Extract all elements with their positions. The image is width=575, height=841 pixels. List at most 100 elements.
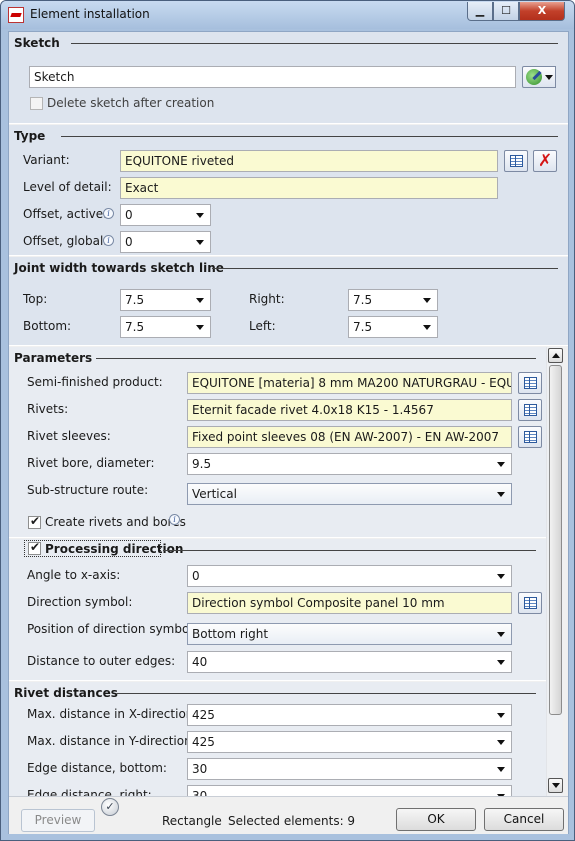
- type-section-title: Type: [14, 129, 46, 143]
- processing-direction-section: Processing direction Angle to x-axis: 0 …: [9, 539, 546, 681]
- joint-bottom-combo[interactable]: 7.5: [120, 316, 211, 338]
- type-section: Type Variant: EQUITONE riveted ✗ Level o…: [9, 125, 568, 256]
- offset-active-label: Offset, active:: [23, 207, 108, 221]
- dialog-client-area: Sketch Sketch Delete sketch after creati…: [8, 31, 569, 834]
- edge-right-combo[interactable]: 30: [187, 785, 512, 796]
- info-icon[interactable]: i: [103, 235, 114, 246]
- variant-catalog-button[interactable]: [504, 150, 528, 172]
- offset-global-combo[interactable]: 0: [120, 231, 211, 253]
- catalog-icon: [524, 597, 537, 609]
- delete-sketch-checkbox[interactable]: [30, 97, 43, 110]
- processing-direction-checkbox[interactable]: [28, 540, 41, 555]
- rivet-sleeves-field[interactable]: Fixed point sleeves 08 (EN AW-2007) - EN…: [187, 426, 512, 448]
- info-icon[interactable]: i: [169, 514, 180, 525]
- edge-bottom-label: Edge distance, bottom:: [27, 761, 167, 775]
- variant-delete-button[interactable]: ✗: [533, 150, 557, 172]
- scrollbar-thumb[interactable]: [549, 365, 562, 715]
- edge-right-label: Edge distance, right:: [27, 788, 152, 796]
- joint-width-section: Joint width towards sketch line Top: 7.5…: [9, 257, 568, 346]
- selected-elements-status: Selected elements: 9: [228, 814, 356, 828]
- angle-combo[interactable]: 0: [187, 565, 512, 587]
- delete-icon: ✗: [538, 151, 553, 171]
- distance-edges-combo[interactable]: 40: [187, 651, 512, 673]
- section-divider: [117, 693, 536, 694]
- section-divider: [163, 550, 536, 551]
- max-x-label: Max. distance in X-direction:: [27, 707, 198, 721]
- checkmark-badge-icon: ✓: [101, 798, 119, 816]
- angle-label: Angle to x-axis:: [27, 568, 121, 582]
- joint-left-combo[interactable]: 7.5: [348, 316, 438, 338]
- preview-button-label: Preview: [34, 813, 82, 827]
- delete-sketch-label: Delete sketch after creation: [47, 96, 215, 110]
- direction-symbol-catalog-button[interactable]: [518, 592, 542, 614]
- parameters-title: Parameters: [14, 351, 93, 365]
- app-logo-icon: [8, 7, 24, 23]
- section-divider: [212, 268, 558, 269]
- sub-structure-combo[interactable]: Vertical: [187, 483, 512, 505]
- position-symbol-label: Position of direction symbol:: [27, 622, 197, 636]
- edge-bottom-combo[interactable]: 30: [187, 758, 512, 780]
- shape-status: Rectangle: [162, 814, 222, 828]
- section-divider: [71, 43, 558, 44]
- ok-button[interactable]: OK: [396, 808, 476, 831]
- close-button[interactable]: X: [519, 2, 565, 21]
- position-symbol-combo[interactable]: Bottom right: [187, 623, 512, 645]
- rivet-sleeves-catalog-button[interactable]: [518, 426, 542, 448]
- sketch-section: Sketch Sketch Delete sketch after creati…: [9, 32, 568, 124]
- dialog-footer: Preview ✓ Rectangle Selected elements: 9…: [9, 796, 568, 834]
- rivet-distances-section: Rivet distances Max. distance in X-direc…: [9, 682, 546, 796]
- minimize-button[interactable]: ▁: [467, 2, 493, 21]
- joint-top-combo[interactable]: 7.5: [120, 289, 211, 311]
- joint-top-label: Top:: [23, 292, 48, 306]
- title-bar[interactable]: Element installation ▁ ☐ X: [1, 1, 574, 29]
- parameters-scroll-area[interactable]: Parameters Semi-finished product: EQUITO…: [9, 347, 568, 796]
- rivets-field[interactable]: Eternit facade rivet 4.0x18 K15 - 1.4567: [187, 399, 512, 421]
- semi-finished-catalog-button[interactable]: [518, 372, 542, 394]
- catalog-icon: [510, 155, 523, 167]
- joint-left-label: Left:: [249, 319, 276, 333]
- catalog-icon: [524, 431, 537, 443]
- sketch-section-title: Sketch: [14, 36, 60, 50]
- preview-button[interactable]: Preview ✓: [21, 798, 119, 832]
- window-title: Element installation: [30, 7, 150, 21]
- direction-symbol-label: Direction symbol:: [27, 595, 133, 609]
- rivets-catalog-button[interactable]: [518, 399, 542, 421]
- level-of-detail-field[interactable]: Exact: [120, 177, 498, 199]
- distance-edges-label: Distance to outer edges:: [27, 654, 176, 668]
- cancel-button[interactable]: Cancel: [484, 808, 564, 831]
- semi-finished-label: Semi-finished product:: [27, 375, 163, 389]
- max-x-combo[interactable]: 425: [187, 704, 512, 726]
- max-y-label: Max. distance in Y-direction:: [27, 734, 196, 748]
- create-rivets-checkbox[interactable]: [28, 514, 41, 529]
- rivet-bore-label: Rivet bore, diameter:: [27, 456, 155, 470]
- rivet-sleeves-label: Rivet sleeves:: [27, 429, 111, 443]
- joint-right-combo[interactable]: 7.5: [348, 289, 438, 311]
- rivet-distances-title: Rivet distances: [14, 686, 118, 700]
- variant-field[interactable]: EQUITONE riveted: [120, 150, 498, 172]
- parameters-section: Parameters Semi-finished product: EQUITO…: [9, 347, 546, 538]
- offset-active-combo[interactable]: 0: [120, 204, 211, 226]
- scroll-down-button[interactable]: [548, 778, 563, 793]
- processing-direction-title: Processing direction: [45, 542, 184, 556]
- maximize-button[interactable]: ☐: [493, 2, 519, 21]
- sketch-select-icon: [526, 69, 542, 85]
- direction-symbol-field[interactable]: Direction symbol Composite panel 10 mm: [187, 592, 512, 614]
- variant-label: Variant:: [23, 153, 70, 167]
- rivets-label: Rivets:: [27, 402, 69, 416]
- max-y-combo[interactable]: 425: [187, 731, 512, 753]
- info-icon[interactable]: i: [103, 208, 114, 219]
- level-of-detail-label: Level of detail:: [23, 180, 112, 194]
- element-installation-window: Element installation ▁ ☐ X Sketch Sketch…: [0, 0, 575, 841]
- vertical-scrollbar[interactable]: [546, 347, 563, 796]
- joint-right-label: Right:: [249, 292, 285, 306]
- sketch-options-dropdown[interactable]: [543, 66, 556, 88]
- joint-width-title: Joint width towards sketch line: [14, 261, 224, 275]
- rivet-bore-combo[interactable]: 9.5: [187, 453, 512, 475]
- sketch-input[interactable]: Sketch: [29, 66, 516, 88]
- scroll-up-button[interactable]: [548, 348, 563, 363]
- joint-bottom-label: Bottom:: [23, 319, 72, 333]
- section-divider: [61, 136, 558, 137]
- sub-structure-label: Sub-structure route:: [27, 483, 149, 497]
- semi-finished-field[interactable]: EQUITONE [materia] 8 mm MA200 NATURGRAU …: [187, 372, 512, 394]
- create-rivets-label: Create rivets and bores: [45, 515, 186, 529]
